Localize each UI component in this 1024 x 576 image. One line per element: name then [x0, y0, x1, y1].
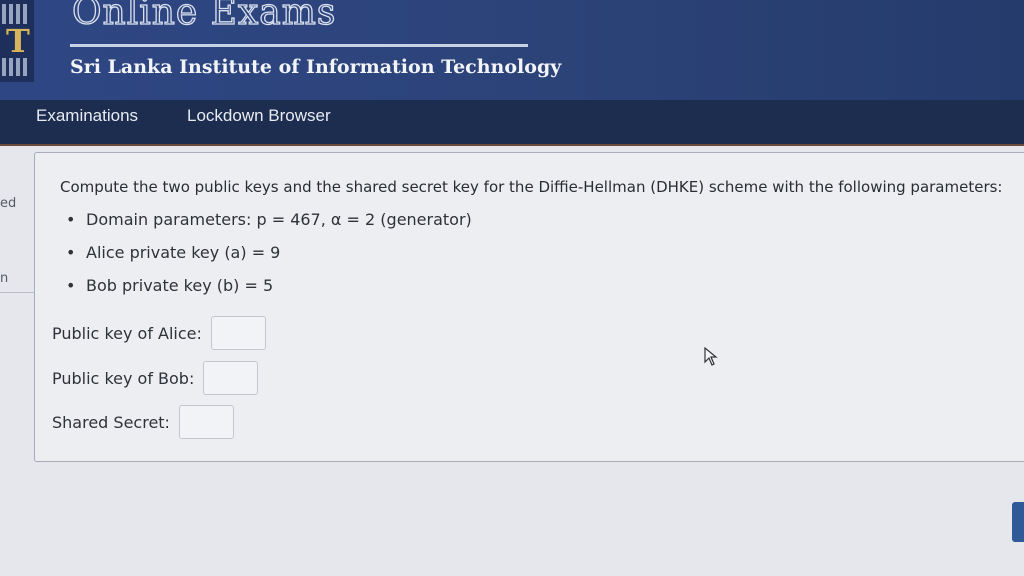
alice-public-key-label: Public key of Alice: — [52, 323, 202, 343]
site-header: T Online Exams Sri Lanka Institute of In… — [0, 0, 1024, 100]
bullet-icon: • — [66, 276, 76, 295]
mouse-cursor-icon — [704, 347, 718, 366]
bob-public-key-row: Public key of Bob: — [52, 361, 259, 397]
param-text: Domain parameters: p = 467, α = 2 (gener… — [86, 210, 472, 229]
shared-secret-input[interactable] — [179, 405, 235, 439]
shared-secret-label: Shared Secret: — [52, 412, 170, 432]
nav-examinations[interactable]: Examinations — [36, 106, 138, 126]
institute-logo: T — [0, 0, 34, 82]
alice-public-key-row: Public key of Alice: — [52, 316, 266, 352]
list-item: • Bob private key (b) = 5 — [66, 276, 472, 309]
sidebar-fragment-text: ed — [0, 196, 17, 211]
parameter-list: • Domain parameters: p = 467, α = 2 (gene… — [66, 210, 472, 309]
logo-letter: T — [6, 22, 30, 60]
side-panel-tab[interactable] — [1012, 502, 1024, 542]
main-nav: Examinations Lockdown Browser — [0, 100, 1024, 146]
bob-public-key-input[interactable] — [203, 361, 259, 395]
institute-name: Sri Lanka Institute of Information Techn… — [70, 56, 562, 78]
app-title: Online Exams — [71, 0, 337, 34]
question-text: Compute the two public keys and the shar… — [60, 178, 1003, 196]
logo-pattern-bottom — [2, 58, 30, 76]
title-divider — [70, 44, 528, 47]
list-item: • Alice private key (a) = 9 — [66, 243, 472, 276]
bullet-icon: • — [66, 210, 76, 229]
bob-public-key-label: Public key of Bob: — [52, 368, 195, 388]
shared-secret-row: Shared Secret: — [52, 405, 235, 441]
param-text: Alice private key (a) = 9 — [86, 243, 281, 262]
nav-lockdown-browser[interactable]: Lockdown Browser — [187, 106, 331, 126]
param-text: Bob private key (b) = 5 — [86, 276, 274, 295]
sidebar-fragment-text: n — [0, 271, 9, 286]
alice-public-key-input[interactable] — [211, 316, 266, 350]
logo-pattern-top — [2, 4, 30, 24]
list-item: • Domain parameters: p = 467, α = 2 (gene… — [66, 210, 472, 243]
bullet-icon: • — [66, 243, 76, 262]
